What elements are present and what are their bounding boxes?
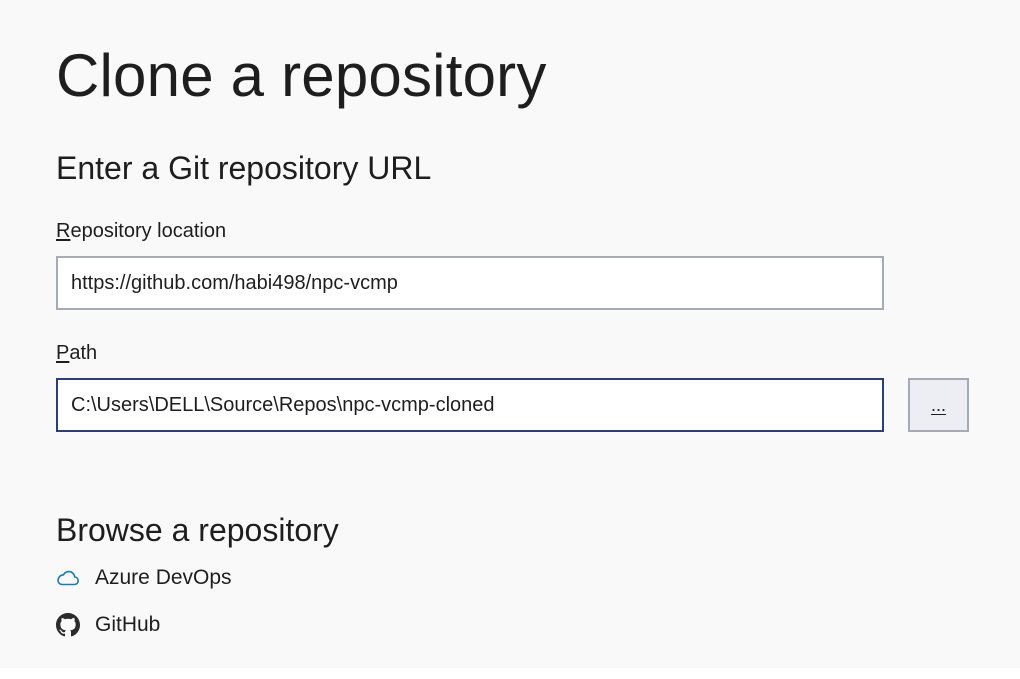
- provider-github[interactable]: GitHub: [56, 611, 160, 639]
- path-label-text: ath: [69, 342, 98, 364]
- azure-cloud-icon: [56, 566, 80, 590]
- bottom-edge: [0, 668, 1020, 679]
- repository-location-label: Repository location: [56, 219, 226, 243]
- browse-section-heading: Browse a repository: [56, 512, 339, 548]
- browse-path-button[interactable]: ...: [908, 378, 969, 432]
- git-url-section-heading: Enter a Git repository URL: [56, 150, 432, 186]
- repository-location-label-text: epository location: [70, 220, 227, 242]
- github-icon: [56, 613, 80, 637]
- path-label: Path: [56, 341, 97, 365]
- page-title: Clone a repository: [56, 42, 547, 109]
- provider-azure-devops[interactable]: Azure DevOps: [56, 564, 232, 592]
- path-input[interactable]: [56, 378, 884, 432]
- clone-repository-page: Clone a repository Enter a Git repositor…: [0, 0, 1020, 668]
- provider-label: GitHub: [95, 613, 161, 636]
- repository-location-input[interactable]: [56, 256, 884, 310]
- path-label-mnemonic: P: [56, 342, 70, 364]
- provider-label: Azure DevOps: [95, 566, 232, 589]
- repository-location-label-mnemonic: R: [56, 220, 71, 242]
